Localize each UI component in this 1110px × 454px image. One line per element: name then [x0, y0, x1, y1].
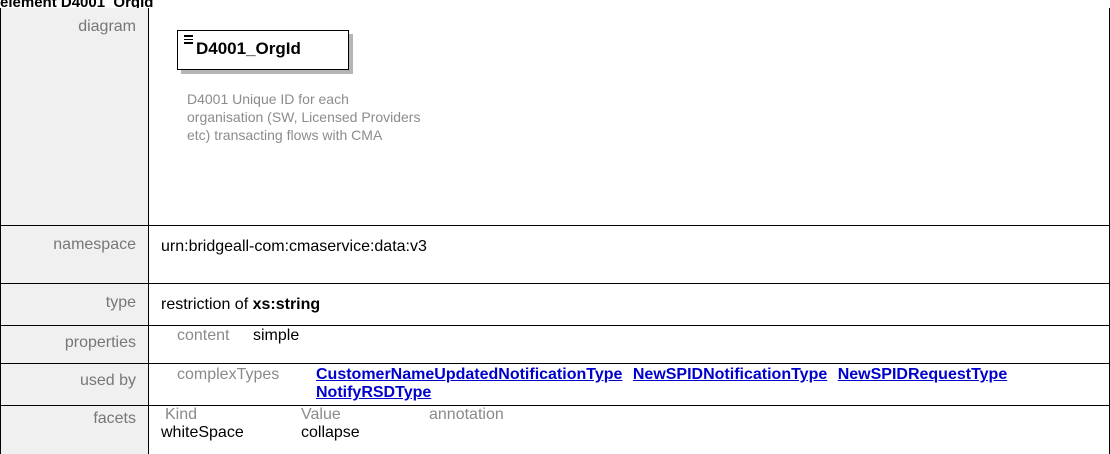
diagram-row: diagram D4001_OrgId D4001 Unique ID for … [0, 8, 1110, 226]
used-by-kind: complexTypes [177, 366, 280, 383]
element-documentation: D4001 Unique ID for each organisation (S… [187, 91, 421, 143]
used-by-value: complexTypes CustomerNameUpdatedNotifica… [161, 364, 1109, 402]
facets-header-value: Value [301, 406, 341, 423]
element-doc-table: diagram D4001_OrgId D4001 Unique ID for … [0, 8, 1110, 454]
diagram-label: diagram [0, 8, 149, 226]
properties-content-value: simple [253, 327, 300, 344]
type-row: type restriction of xs:string [0, 283, 1110, 326]
link-notify-rsd-type[interactable]: NotifyRSDType [316, 384, 431, 401]
type-base: xs:string [252, 296, 321, 313]
facets-header-annotation: annotation [429, 406, 504, 423]
properties-row: properties content simple [0, 325, 1110, 364]
facets-header: Kind Value annotation [161, 406, 1109, 424]
link-customer-name-updated-notification-type[interactable]: CustomerNameUpdatedNotificationType [316, 366, 622, 383]
facets-row: facets Kind Value annotation whiteSpace col… [0, 405, 1110, 454]
facets-table: Kind Value annotation whiteSpace collapse [161, 406, 1109, 442]
link-new-spid-notification-type[interactable]: NewSPIDNotificationType [633, 366, 827, 383]
used-by-label: used by [0, 363, 149, 406]
type-value: restriction of xs:string [161, 284, 1109, 314]
element-lines-icon [184, 35, 193, 44]
properties-value: content simple [161, 326, 1109, 345]
diagram: D4001_OrgId D4001 Unique ID for each org… [161, 8, 1109, 225]
element-name: D4001_OrgId [196, 39, 301, 58]
facet-kind: whiteSpace [161, 424, 244, 441]
used-by-row: used by complexTypes CustomerNameUpdated… [0, 363, 1110, 406]
namespace-value: urn:bridgeall-com:cmaservice:data:v3 [161, 238, 427, 255]
facets-header-kind: Kind [165, 406, 198, 423]
facets-data-row: whiteSpace collapse [161, 424, 1109, 442]
link-new-spid-request-type[interactable]: NewSPIDRequestType [838, 366, 1008, 383]
facets-label: facets [0, 405, 149, 454]
type-label: type [0, 283, 149, 326]
namespace-label: namespace [0, 225, 149, 284]
used-by-links: CustomerNameUpdatedNotificationType NewS… [316, 366, 1096, 402]
diagram-cell: D4001_OrgId D4001 Unique ID for each org… [148, 8, 1110, 226]
type-prefix: restriction of [161, 296, 253, 313]
properties-label: properties [0, 325, 149, 364]
namespace-row: namespace urn:bridgeall-com:cmaservice:d… [0, 225, 1110, 284]
facet-value: collapse [301, 424, 360, 441]
properties-key: content [177, 327, 230, 344]
element-box[interactable]: D4001_OrgId [177, 30, 349, 70]
